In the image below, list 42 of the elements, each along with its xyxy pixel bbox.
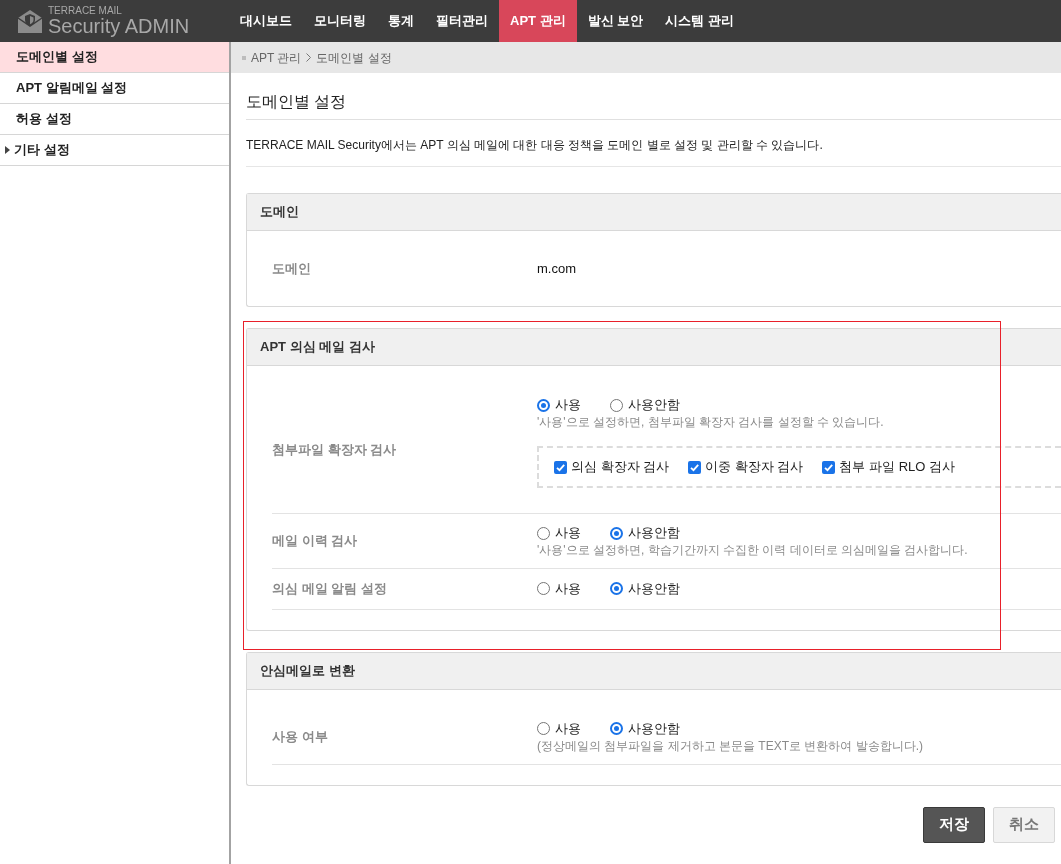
- field-label: 첨부파일 확장자 검사: [272, 440, 398, 459]
- save-button[interactable]: 저장: [923, 806, 985, 843]
- radio-option[interactable]: 사용안함: [610, 719, 680, 738]
- checkbox-option[interactable]: 첨부 파일 RLO 검사: [822, 458, 956, 476]
- breadcrumb-item: 도메인별 설정: [316, 49, 392, 67]
- nav-tab[interactable]: 모니터링: [303, 0, 377, 42]
- page-description: TERRACE MAIL Security에서는 APT 의심 메일에 대한 대응 정책을 도메인 별로 설정 및 관리할 수 있습니다.: [246, 137, 824, 154]
- nav-tab[interactable]: 통계: [377, 0, 425, 42]
- logo-subtitle: TERRACE MAIL: [48, 6, 123, 16]
- envelope-shield-icon: [17, 8, 43, 34]
- field-label: 사용 여부: [272, 727, 329, 746]
- hint-text: '사용'으로 설정하면, 첨부파일 확장자 검사를 설정할 수 있습니다.: [537, 414, 885, 430]
- nav-tab[interactable]: APT 관리: [499, 0, 577, 42]
- radio-option[interactable]: 사용: [537, 579, 581, 598]
- checkbox-option[interactable]: 의심 확장자 검사: [554, 458, 670, 476]
- radio-option[interactable]: 사용: [537, 524, 581, 542]
- chevron-right-icon: [306, 53, 312, 62]
- field-label: 메일 이력 검사: [272, 532, 359, 551]
- page-title: 도메인별 설정: [246, 93, 348, 111]
- cancel-button[interactable]: 취소: [993, 806, 1055, 843]
- breadcrumb-item[interactable]: APT 관리: [251, 48, 302, 67]
- radio-option[interactable]: 사용안함: [610, 524, 680, 542]
- square-bullet-icon: [242, 55, 246, 60]
- field-label: 의심 메일 알림 설정: [272, 580, 388, 598]
- nav-tab[interactable]: 대시보드: [229, 0, 303, 42]
- section-header: 도메인: [247, 194, 1061, 231]
- logo-title: Security ADMIN: [48, 16, 190, 36]
- section-header: 안심메일로 변환: [247, 652, 1061, 690]
- hint-text: '사용'으로 설정하면, 학습기간까지 수집한 이력 데이터로 의심메일을 검사합니다.: [537, 542, 969, 558]
- radio-option[interactable]: 사용안함: [610, 396, 680, 414]
- field-label: 도메인: [272, 259, 312, 278]
- radio-option[interactable]: 사용: [537, 396, 581, 414]
- sidebar-item[interactable]: 도메인별 설정: [0, 42, 229, 73]
- checkbox-option[interactable]: 이중 확장자 검사: [688, 458, 804, 476]
- nav-tab[interactable]: 발신 보안: [576, 0, 655, 42]
- field-value: m.com: [537, 259, 576, 278]
- hint-text: (정상메일의 첨부파일을 제거하고 본문을 TEXT로 변환하여 발송합니다.): [537, 737, 924, 754]
- nav-tab[interactable]: 필터관리: [425, 0, 499, 42]
- section-header: APT 의심 메일 검사: [247, 329, 1061, 366]
- radio-option[interactable]: 사용: [537, 719, 581, 738]
- nav-tab[interactable]: 시스템 관리: [654, 0, 745, 42]
- radio-option[interactable]: 사용안함: [610, 579, 680, 598]
